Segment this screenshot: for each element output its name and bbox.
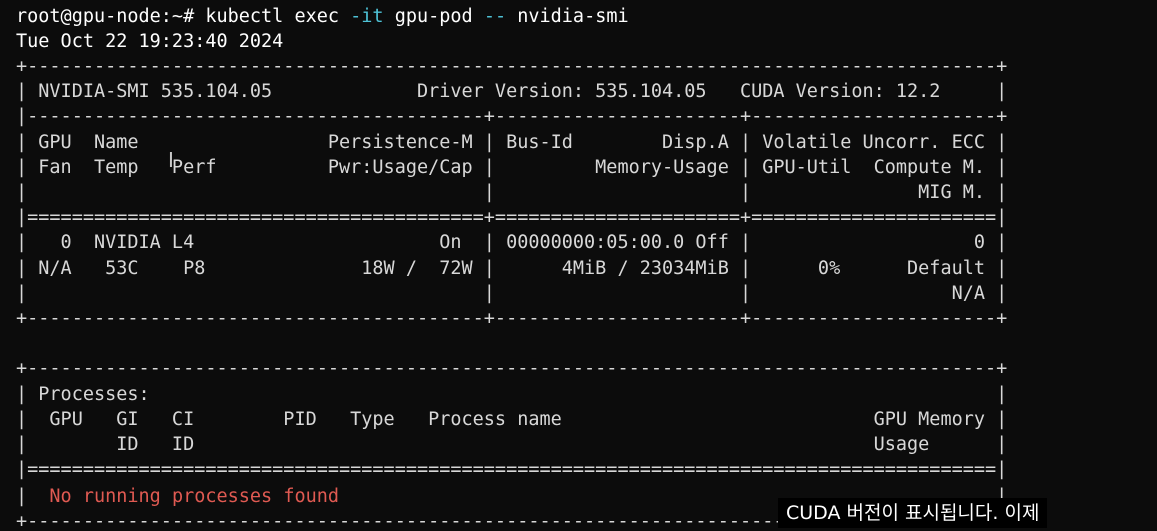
smi-line: | N/A 53C P8 18W / 72W | 4MiB / 23034MiB…: [16, 257, 1008, 279]
smi-line: | GPU GI CI PID Type Process name GPU Me…: [16, 408, 1008, 430]
command-flag-it: -it: [350, 6, 384, 27]
no-processes-message: No running processes found: [49, 486, 340, 507]
command-base: kubectl exec: [205, 6, 351, 27]
video-subtitle: CUDA 버전이 표시됩니다. 이제: [778, 498, 1048, 528]
smi-line: | | | MIG M. |: [16, 182, 1008, 203]
smi-line: |=======================================…: [16, 459, 1008, 481]
terminal-window[interactable]: +---------------------------------------…: [0, 0, 1157, 531]
command-prompt: root@gpu-node:~#: [16, 6, 206, 27]
smi-line: |---------------------------------------…: [16, 106, 1008, 128]
no-processes-prefix: |: [16, 486, 50, 507]
smi-line: +---------------------------------------…: [16, 308, 1008, 329]
smi-line: | 0 NVIDIA L4 On | 00000000:05:00.0 Off …: [16, 232, 1008, 254]
command-flag-dashdash: --: [483, 6, 507, 27]
smi-line: | GPU Name Persistence-M | Bus-Id Disp.A…: [16, 131, 1008, 153]
text-cursor-icon: I: [168, 148, 174, 172]
smi-line: | Processes: |: [16, 383, 1008, 405]
smi-line: +---------------------------------------…: [16, 358, 1008, 380]
smi-line: +---------------------------------------…: [16, 56, 1008, 77]
smi-line: |=======================================…: [16, 207, 1008, 229]
smi-line: | Fan Temp Perf Pwr:Usage/Cap | Memory-U…: [16, 156, 1008, 178]
timestamp-line: Tue Oct 22 19:23:40 2024: [16, 31, 284, 52]
command-program: nvidia-smi: [506, 6, 629, 27]
smi-line: | | | N/A |: [16, 282, 1008, 304]
command-line: root@gpu-node:~# kubectl exec -it gpu-po…: [16, 4, 629, 29]
smi-line: | ID ID Usage |: [16, 434, 1008, 455]
smi-line: | NVIDIA-SMI 535.104.05 Driver Version: …: [16, 81, 1008, 103]
command-pod: gpu-pod: [383, 6, 484, 27]
